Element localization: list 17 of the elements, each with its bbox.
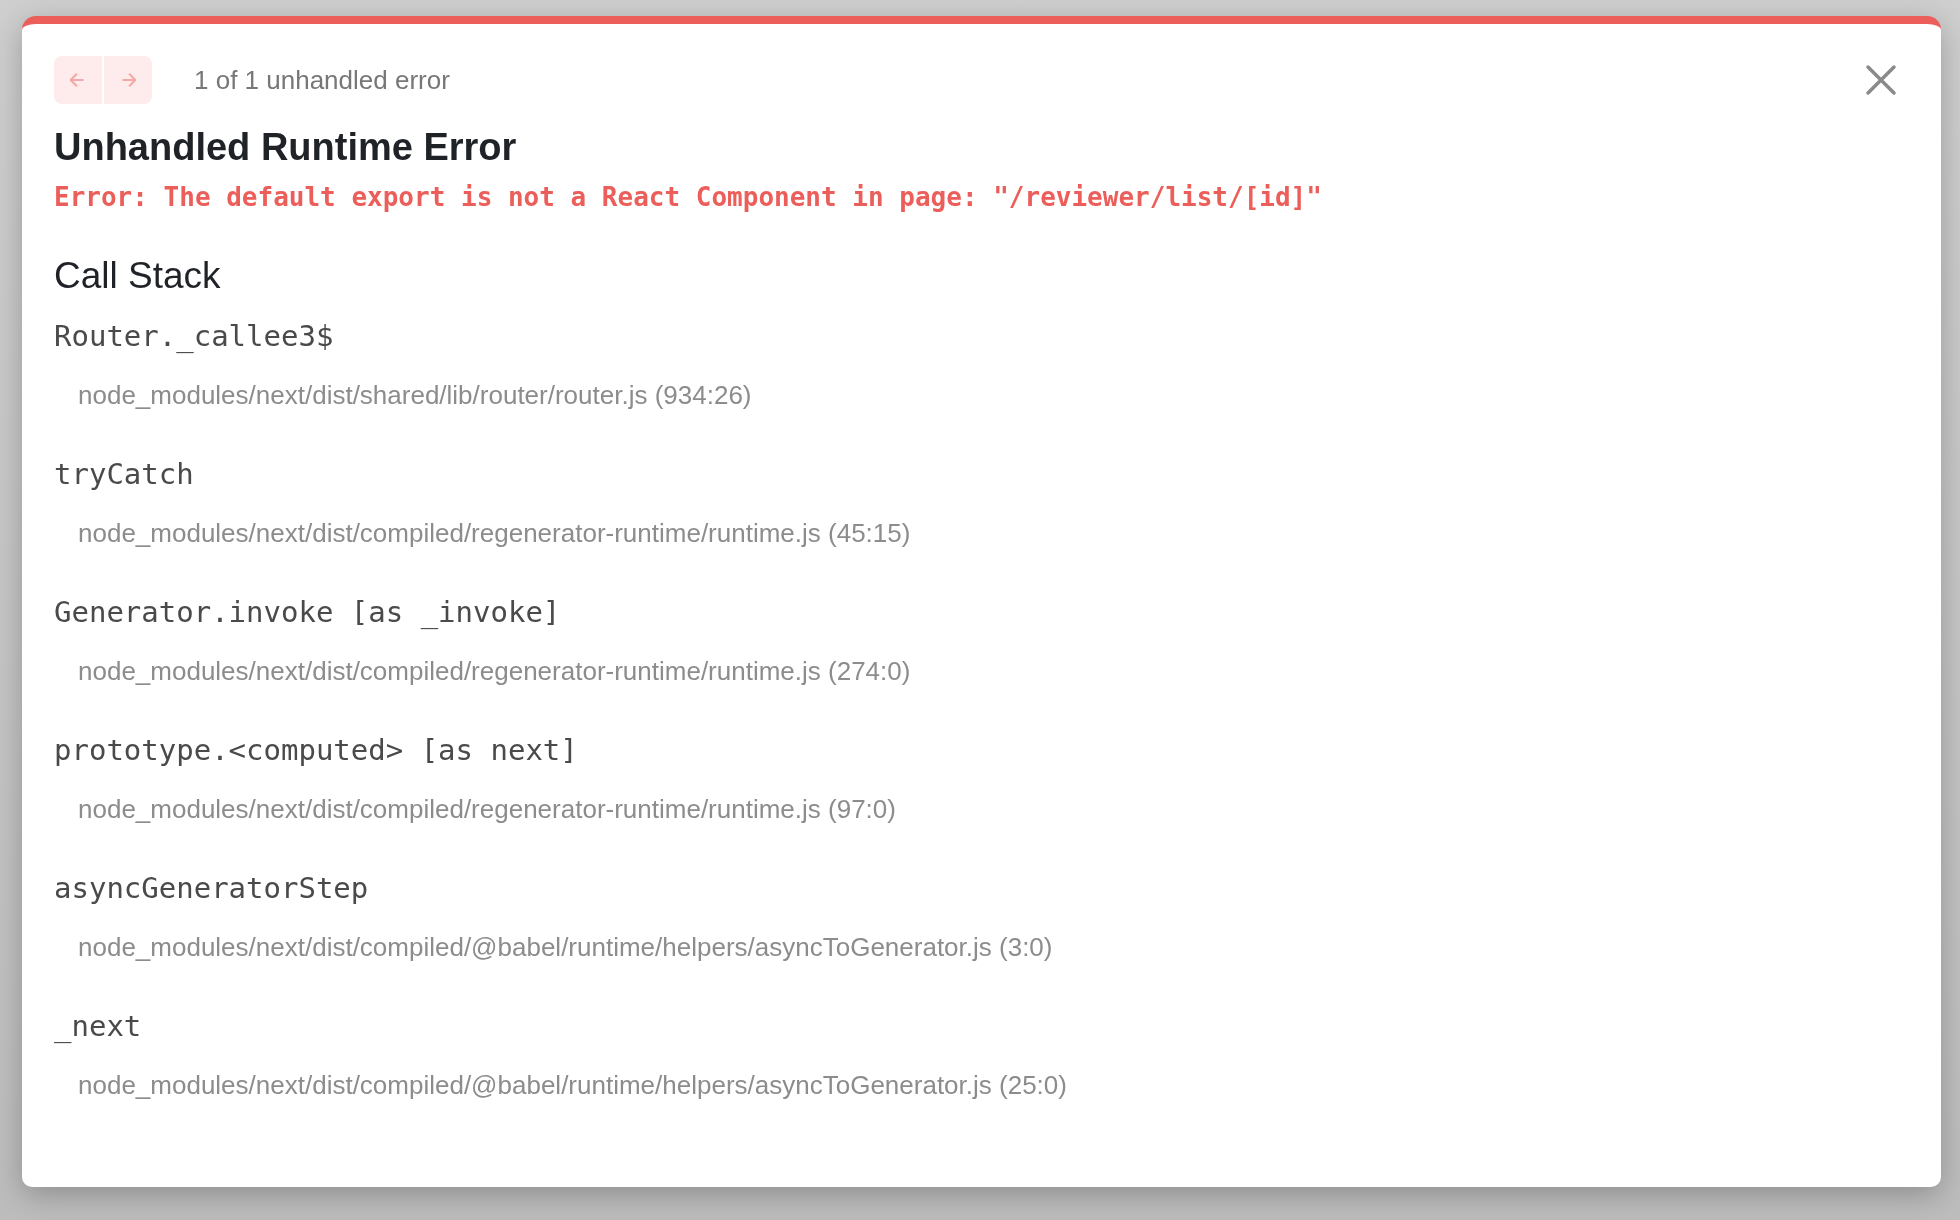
stack-frame-function: _next	[54, 1007, 142, 1045]
error-message: Error: The default export is not a React Component in page: "/reviewer/list/[id]"	[54, 180, 1323, 214]
stack-frame-function: prototype.<computed> [as next]	[54, 731, 578, 769]
stack-frame-location[interactable]: node_modules/next/dist/shared/lib/router/router.js (934:26)	[78, 376, 752, 416]
close-icon	[1865, 64, 1897, 96]
stack-frame-location[interactable]: node_modules/next/dist/compiled/regenerator-runtime/runtime.js (45:15)	[78, 514, 911, 554]
error-title: Unhandled Runtime Error	[54, 125, 518, 170]
stack-frame-function: Generator.invoke [as _invoke]	[54, 593, 561, 631]
stack-frame-location[interactable]: node_modules/next/dist/compiled/@babel/runtime/helpers/asyncToGenerator.js (25:0)	[78, 1066, 1067, 1106]
stack-frame-function: Router._callee3$	[54, 317, 334, 355]
error-counter: 1 of 1 unhandled error	[194, 63, 450, 97]
stack-frame-location[interactable]: node_modules/next/dist/compiled/regenerator-runtime/runtime.js (274:0)	[78, 652, 911, 692]
call-stack-heading: Call Stack	[54, 253, 222, 298]
stack-frame-function: tryCatch	[54, 455, 194, 493]
stack-frame-location[interactable]: node_modules/next/dist/compiled/regenerator-runtime/runtime.js (97:0)	[78, 790, 896, 830]
stack-frame-function: asyncGeneratorStep	[54, 869, 369, 907]
stack-frame-location[interactable]: node_modules/next/dist/compiled/@babel/runtime/helpers/asyncToGenerator.js (3:0)	[78, 928, 1053, 968]
